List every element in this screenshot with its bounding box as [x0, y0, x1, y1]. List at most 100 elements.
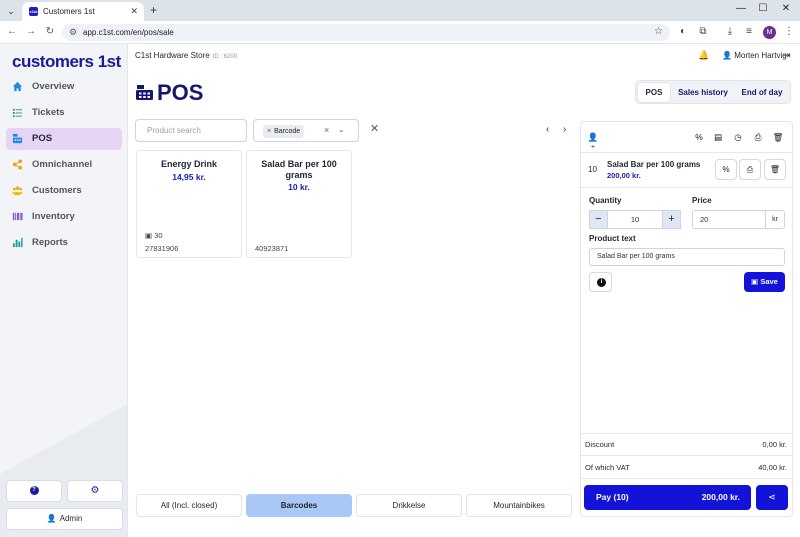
bell-icon[interactable]: 🔔	[698, 50, 709, 61]
product-search-input[interactable]	[135, 119, 247, 142]
save-button[interactable]: ▣ Save	[744, 272, 785, 292]
discount-label: Discount	[585, 440, 615, 449]
browser-tab[interactable]: c1st Customers 1st ✕	[22, 2, 144, 21]
print-icon[interactable]: ⎙	[752, 132, 764, 143]
line-delete-button[interactable]: 🗑	[764, 159, 786, 180]
trash-icon[interactable]: 🗑	[772, 132, 784, 143]
quantity-stepper: − 10 +	[589, 210, 681, 229]
sidebar-item-label: Customers	[32, 185, 82, 196]
store-name: C1st Hardware Store ID : 6200	[135, 51, 237, 60]
star-icon[interactable]: ☆	[654, 26, 663, 37]
site-info-icon[interactable]: ⚙	[69, 27, 77, 38]
tab-end-of-day[interactable]: End of day	[736, 83, 788, 102]
quantity-value[interactable]: 10	[609, 215, 661, 224]
extension-status-icon[interactable]: ◐	[677, 26, 689, 37]
list-icon	[12, 108, 23, 118]
sidebar-item-label: Inventory	[32, 211, 75, 222]
view-tabs: POS Sales history End of day	[635, 80, 791, 104]
decrement-button[interactable]: −	[589, 210, 608, 229]
add-customer-icon[interactable]: 👤⁺	[587, 132, 599, 154]
category-tab-mountainbikes[interactable]: Mountainbikes	[466, 494, 572, 517]
chevron-down-icon[interactable]: ⌄	[338, 125, 345, 134]
tab-pos[interactable]: POS	[638, 83, 670, 102]
share-icon: ⋖	[768, 492, 776, 502]
window-close-icon[interactable]: ✕	[779, 3, 793, 14]
clock-icon[interactable]: ◷	[732, 132, 744, 143]
price-label: Price	[692, 196, 712, 205]
filter-chip[interactable]: × Barcode	[263, 125, 305, 138]
filter-select[interactable]: × Barcode × ⌄	[253, 119, 359, 142]
category-tab-drikkelse[interactable]: Drikkelse	[356, 494, 462, 517]
discount-value: 0,00 kr.	[762, 440, 787, 449]
chevron-left-icon[interactable]: ‹	[546, 124, 549, 135]
minimize-icon[interactable]: —	[734, 3, 748, 14]
store-id: ID : 6200	[212, 54, 238, 60]
category-tab-barcodes[interactable]: Barcodes	[246, 494, 352, 517]
browser-toolbar: ← → ↻ ⚙ app.c1st.com/en/pos/sale ☆ ◐ ⧉ ⤓…	[0, 21, 800, 44]
extension-icon[interactable]: ⧉	[697, 26, 709, 37]
tab-sales-history[interactable]: Sales history	[674, 83, 732, 102]
download-icon[interactable]: ⤓	[724, 26, 736, 37]
sidebar-item-label: Reports	[32, 237, 68, 248]
plus-icon[interactable]: +	[150, 3, 157, 17]
admin-button[interactable]: 👤 Admin	[6, 508, 123, 530]
sidebar-item-reports[interactable]: Reports	[6, 232, 122, 254]
more-icon[interactable]: ⋮	[783, 26, 795, 37]
url-text: app.c1st.com/en/pos/sale	[83, 28, 174, 37]
pay-amount: 200,00 kr.	[701, 492, 740, 502]
address-bar[interactable]: ⚙ app.c1st.com/en/pos/sale ☆	[62, 24, 670, 41]
user-icon: 👤	[46, 514, 57, 523]
product-barcode: 40923871	[255, 244, 289, 253]
divider	[581, 152, 792, 153]
share-button[interactable]: ⋖	[756, 485, 788, 510]
vat-label: Of which VAT	[585, 463, 630, 472]
product-card[interactable]: Energy Drink 14,95 kr. ▣ 30 27831906	[136, 150, 242, 258]
chip-remove-icon[interactable]: ×	[267, 128, 271, 135]
close-icon[interactable]: ✕	[370, 124, 379, 135]
profile-avatar[interactable]: M	[763, 26, 776, 39]
sidebar-item-label: Tickets	[32, 107, 65, 118]
sidebar-item-tickets[interactable]: Tickets	[6, 102, 122, 124]
line-print-button[interactable]: ⎙	[739, 159, 761, 180]
store-name-text: C1st Hardware Store	[135, 51, 210, 60]
pay-button[interactable]: Pay (10) 200,00 kr.	[584, 485, 751, 510]
reload-icon[interactable]: ↻	[44, 26, 56, 37]
price-input[interactable]: 20	[692, 210, 766, 229]
sidebar-item-omnichannel[interactable]: Omnichannel	[6, 154, 122, 176]
chevron-right-icon[interactable]: ›	[563, 124, 566, 135]
info-button[interactable]: i	[589, 272, 612, 292]
admin-label: Admin	[59, 514, 83, 523]
quantity-label: Quantity	[589, 196, 622, 205]
close-icon[interactable]: ✕	[130, 6, 138, 17]
price-unit: kr	[765, 210, 785, 229]
media-icon[interactable]: ≡	[743, 26, 755, 37]
maximize-icon[interactable]: ☐	[756, 3, 770, 14]
product-stock: ▣ 30	[145, 231, 163, 240]
user-menu[interactable]: 👤 Morten Hartvig	[722, 51, 787, 60]
clear-icon[interactable]: ×	[324, 125, 329, 135]
product-text-label: Product text	[589, 234, 636, 243]
back-icon[interactable]: ←	[6, 26, 18, 37]
product-name: Salad Bar per 100 grams	[261, 159, 337, 180]
increment-button[interactable]: +	[662, 210, 681, 229]
note-icon[interactable]: ▤	[712, 132, 724, 143]
line-name[interactable]: Salad Bar per 100 grams	[607, 160, 700, 169]
product-card[interactable]: Salad Bar per 100 grams 10 kr. 40923871	[246, 150, 352, 258]
page-title: POS	[157, 80, 204, 105]
barcode-icon	[12, 212, 23, 221]
sidebar-item-customers[interactable]: Customers	[6, 180, 122, 202]
help-button[interactable]: ?	[6, 480, 62, 502]
line-discount-button[interactable]: %	[715, 159, 737, 180]
forward-icon[interactable]: →	[25, 26, 37, 37]
logo[interactable]: customers 1st	[12, 52, 121, 72]
product-text-input[interactable]: Salad Bar per 100 grams	[589, 248, 785, 266]
sidebar-item-pos[interactable]: POS	[6, 128, 122, 150]
sidebar-item-inventory[interactable]: Inventory	[6, 206, 122, 228]
logout-icon[interactable]: ⇥	[783, 50, 791, 61]
tab-menu-icon[interactable]: ⌄	[4, 4, 18, 18]
category-tab-all[interactable]: All (Incl. closed)	[136, 494, 242, 517]
sidebar-item-label: Overview	[32, 81, 75, 92]
settings-button[interactable]: ⚙	[67, 480, 123, 502]
sidebar-item-overview[interactable]: Overview	[6, 76, 122, 98]
percent-icon[interactable]: %	[693, 132, 705, 142]
